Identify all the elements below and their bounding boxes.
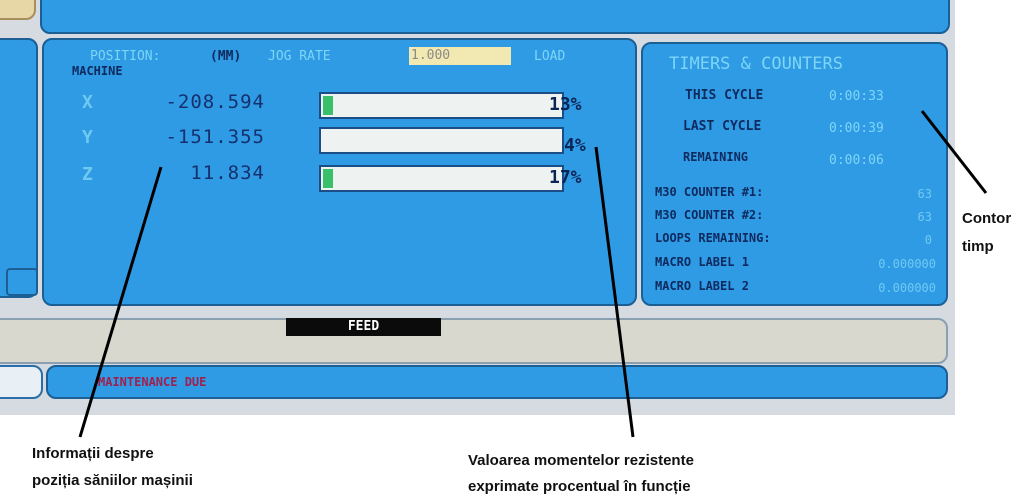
counter-1-value: 63 [917, 187, 932, 201]
jog-rate-value[interactable]: 1.000 [409, 47, 511, 65]
timer-this-cycle-label: THIS CYCLE [685, 88, 764, 103]
axis-x-value: -208.594 [165, 91, 265, 113]
position-annotation-line-2: poziția săniilor mașinii [32, 472, 193, 489]
load-fill-z [323, 169, 333, 188]
jog-rate-label: JOG RATE [268, 49, 331, 64]
load-fill-x [323, 96, 333, 115]
position-panel: POSITION: (MM) JOG RATE 1.000 LOAD MACHI… [42, 38, 637, 306]
feed-indicator: FEED [286, 318, 441, 336]
macro-label-2: MACRO LABEL 2 [655, 279, 749, 293]
timer-this-cycle-value: 0:00:33 [829, 89, 884, 104]
axis-z-value: 11.834 [190, 162, 265, 184]
mode-label: MACHINE [72, 64, 123, 78]
macro-label-2-value: 0.000000 [878, 281, 936, 295]
load-header: LOAD [534, 49, 566, 64]
loops-remaining-value: 0 [924, 233, 932, 247]
timer-remaining-label: REMAINING [683, 150, 749, 164]
top-left-tab [0, 0, 36, 20]
load-bar-z [319, 165, 564, 192]
timer-annotation-line-2: timp [962, 238, 994, 255]
status-bar: MAINTENANCE DUE [46, 365, 948, 399]
timer-last-cycle-value: 0:00:39 [829, 121, 884, 136]
feed-bar: FEED [0, 318, 948, 364]
axis-y-label: Y [82, 127, 93, 148]
load-percent-x: 13% [549, 94, 582, 115]
load-annotation-line-2: exprimate procentual în funcție [468, 478, 691, 495]
load-bar-x [319, 92, 564, 119]
counter-1-label: M30 COUNTER #1: [655, 185, 764, 199]
status-message: MAINTENANCE DUE [98, 375, 207, 389]
timer-last-cycle-label: LAST CYCLE [683, 119, 762, 134]
axis-y-value: -151.355 [165, 126, 265, 148]
status-left-cell [0, 365, 43, 399]
counter-2-value: 63 [917, 210, 932, 224]
macro-label-1: MACRO LABEL 1 [655, 255, 749, 269]
timers-title: TIMERS & COUNTERS [669, 54, 843, 74]
position-header: POSITION: [90, 49, 161, 64]
left-partial-panel [0, 38, 38, 298]
top-bar [40, 0, 950, 34]
left-partial-subpanel [6, 268, 38, 296]
timer-annotation-line-1: Contor [962, 210, 1012, 227]
timer-remaining-value: 0:00:06 [829, 153, 884, 168]
cnc-screen: POSITION: (MM) JOG RATE 1.000 LOAD MACHI… [0, 0, 955, 415]
axis-z-label: Z [82, 164, 93, 185]
load-percent-y: 4% [564, 135, 586, 156]
axis-x-label: X [82, 92, 93, 113]
load-bar-y [319, 127, 564, 154]
load-percent-z: 17% [549, 167, 582, 188]
counter-2-label: M30 COUNTER #2: [655, 208, 764, 222]
loops-remaining-label: LOOPS REMAINING: [655, 231, 771, 245]
position-annotation-line-1: Informații despre [32, 445, 154, 462]
units-label: (MM) [210, 49, 242, 64]
load-annotation-line-1: Valoarea momentelor rezistente [468, 452, 694, 469]
timers-panel: TIMERS & COUNTERS THIS CYCLE 0:00:33 LAS… [641, 42, 948, 306]
macro-label-1-value: 0.000000 [878, 257, 936, 271]
